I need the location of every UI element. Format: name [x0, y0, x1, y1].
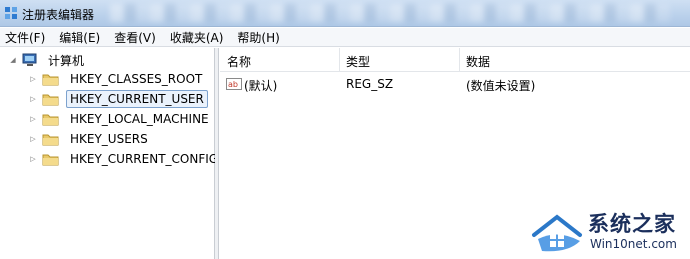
column-header-data[interactable]: 数据: [466, 53, 490, 70]
tree-node-hku[interactable]: ▷ HKEY_USERS: [28, 129, 152, 149]
key-tree-pane[interactable]: ◢ 计算机 ▷ HKEY_CLASSES_ROOT ▷ HKEY_CURRENT…: [0, 48, 218, 259]
menu-file[interactable]: 文件(F): [5, 29, 45, 46]
watermark-brand: 系统之家: [588, 212, 676, 236]
tree-node-hkcc[interactable]: ▷ HKEY_CURRENT_CONFIG: [28, 149, 222, 169]
folder-icon: [42, 154, 59, 166]
tree-node-hklm[interactable]: ▷ HKEY_LOCAL_MACHINE: [28, 109, 213, 129]
tree-node-computer[interactable]: ◢ 计算机: [8, 50, 88, 70]
tree-label-hkcr: HKEY_CLASSES_ROOT: [70, 72, 203, 86]
tree-label-hkcu: HKEY_CURRENT_USER: [66, 90, 208, 108]
expand-arrow-icon[interactable]: ▷: [28, 74, 38, 84]
menu-bar: 文件(F) 编辑(E) 查看(V) 收藏夹(A) 帮助(H): [0, 28, 690, 47]
tree-node-hkcu[interactable]: ▷ HKEY_CURRENT_USER: [28, 89, 208, 109]
tree-label-computer: 计算机: [48, 53, 85, 68]
tree-label-hku: HKEY_USERS: [70, 132, 148, 146]
value-data: (数值未设置): [466, 79, 536, 93]
expand-arrow-icon[interactable]: ▷: [28, 94, 38, 104]
tree-label-hkcc: HKEY_CURRENT_CONFIG: [70, 152, 219, 166]
column-header-type[interactable]: 类型: [346, 53, 370, 70]
list-header: 名称 类型 数据: [220, 48, 690, 72]
folder-icon: [42, 114, 59, 126]
window-title: 注册表编辑器: [22, 8, 95, 22]
menu-favorites[interactable]: 收藏夹(A): [170, 29, 224, 46]
watermark: 系统之家 Win10net.com: [528, 205, 690, 259]
folder-icon: [42, 74, 59, 86]
value-name: (默认): [244, 79, 278, 93]
house-logo-icon: [532, 214, 582, 252]
value-type: REG_SZ: [346, 77, 394, 91]
menu-edit[interactable]: 编辑(E): [59, 29, 100, 46]
menu-view[interactable]: 查看(V): [114, 29, 156, 46]
expand-arrow-icon[interactable]: ▷: [28, 134, 38, 144]
list-item[interactable]: ab (默认) REG_SZ (数值未设置): [220, 74, 690, 94]
title-bar: 注册表编辑器: [0, 0, 690, 27]
folder-icon: [42, 134, 59, 146]
tree-label-hklm: HKEY_LOCAL_MACHINE: [70, 112, 209, 126]
expand-arrow-icon[interactable]: ▷: [28, 114, 38, 124]
column-header-name[interactable]: 名称: [227, 53, 251, 70]
string-value-icon: ab: [226, 78, 242, 90]
watermark-site: Win10net.com: [590, 237, 677, 251]
column-divider[interactable]: [459, 48, 460, 72]
title-bar-blurred-area: [110, 4, 670, 22]
svg-text:ab: ab: [228, 80, 238, 89]
collapse-arrow-icon[interactable]: ◢: [8, 55, 18, 65]
menu-help[interactable]: 帮助(H): [237, 29, 279, 46]
registry-editor-icon: [5, 7, 17, 19]
tree-node-hkcr[interactable]: ▷ HKEY_CLASSES_ROOT: [28, 69, 206, 89]
pane-splitter[interactable]: [215, 48, 219, 259]
column-divider[interactable]: [339, 48, 340, 72]
folder-icon: [42, 94, 59, 106]
expand-arrow-icon[interactable]: ▷: [28, 154, 38, 164]
computer-icon: [22, 53, 37, 66]
